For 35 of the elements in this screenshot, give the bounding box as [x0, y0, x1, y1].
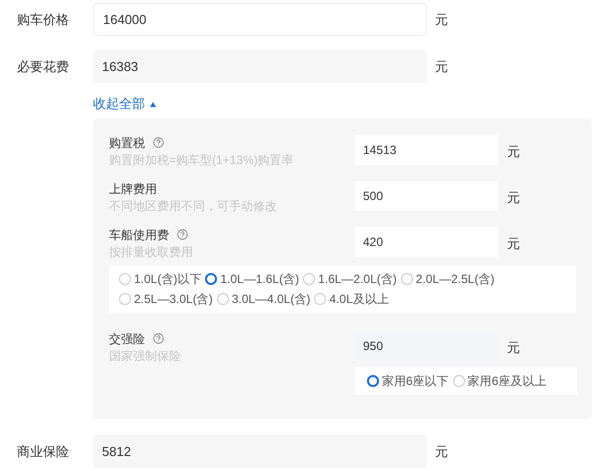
unit-label: 元: [435, 58, 448, 76]
input-field[interactable]: 420: [355, 227, 498, 257]
option-label: 家用6座及以上: [468, 373, 546, 389]
option-label: 4.0L及以上: [329, 291, 389, 307]
field-label: 商业保险: [16, 442, 70, 461]
unit-label: 元: [435, 442, 448, 461]
item-label: 购置税: [109, 134, 145, 152]
option-label: 2.5L—3.0L(含): [134, 291, 213, 307]
field-label: 购车价格: [16, 10, 70, 29]
input-field[interactable]: 5812: [93, 435, 427, 468]
unit-label: 元: [507, 235, 520, 253]
input-field[interactable]: 500: [355, 181, 498, 211]
option-label: 2.0L—2.5L(含): [416, 271, 494, 287]
help-icon[interactable]: [153, 137, 164, 148]
input-field[interactable]: 14513: [355, 135, 498, 165]
item-label: 车船使用费: [109, 226, 169, 244]
radio-button[interactable]: [205, 273, 218, 285]
collapse-link[interactable]: 收起全部: [93, 96, 156, 112]
radio-button[interactable]: [367, 375, 379, 387]
unit-label: 元: [507, 143, 520, 161]
unit-label: 元: [435, 10, 448, 29]
unit-label: 元: [507, 189, 520, 207]
unit-label: 元: [507, 339, 520, 357]
option-label: 1.6L—2.0L(含): [318, 271, 397, 287]
option-label: 1.0L—1.6L(含): [220, 271, 300, 287]
option-label: 家用6座以下: [382, 373, 449, 389]
item-label: 交强险: [109, 330, 145, 348]
input-field[interactable]: 16383: [93, 50, 427, 83]
help-icon[interactable]: [177, 229, 188, 240]
option-label: 1.0L(含)以下: [134, 271, 202, 287]
item-label: 上牌费用: [109, 180, 157, 198]
field-label: 必要花费: [16, 58, 70, 76]
option-label: 3.0L—4.0L(含): [232, 291, 310, 307]
input-field[interactable]: 164000: [93, 3, 427, 36]
help-icon[interactable]: [153, 333, 164, 344]
